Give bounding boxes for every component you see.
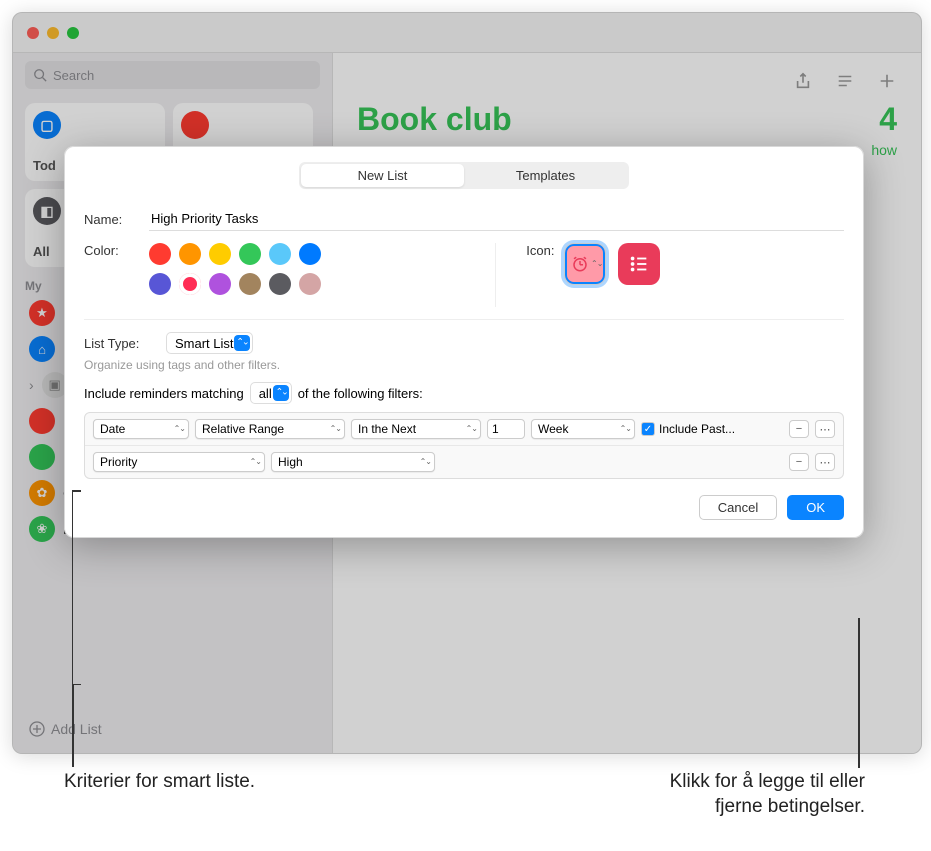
new-list-modal: New List Templates Name: Color:	[64, 146, 864, 538]
name-label: Name:	[84, 212, 139, 227]
field-select-priority[interactable]: Priority	[93, 452, 265, 472]
color-swatch-lightblue[interactable]	[269, 243, 291, 265]
condition-more-button[interactable]: ⋯	[815, 453, 835, 471]
callout-line	[72, 685, 74, 767]
ok-button[interactable]: OK	[787, 495, 844, 520]
mode-select[interactable]: Relative Range	[195, 419, 345, 439]
filter-row-priority: Priority High − ⋯	[85, 446, 843, 478]
icon-label: Icon:	[526, 243, 554, 258]
checkbox-icon: ✓	[641, 422, 655, 436]
modal-tabs: New List Templates	[299, 162, 629, 189]
list-type-select[interactable]: Smart List	[166, 332, 253, 354]
color-swatches	[149, 243, 349, 295]
color-swatch-orange[interactable]	[179, 243, 201, 265]
icon-option-clock[interactable]	[564, 243, 606, 285]
field-select-date[interactable]: Date	[93, 419, 189, 439]
color-swatch-brown[interactable]	[239, 273, 261, 295]
list-type-label: List Type:	[84, 336, 156, 351]
filter-table: Date Relative Range In the Next Week ✓ I…	[84, 412, 844, 479]
callout-bracket-left	[72, 490, 73, 685]
alarm-clock-icon	[571, 251, 589, 277]
filter-quantifier-select[interactable]: all	[250, 382, 292, 404]
relative-select[interactable]: In the Next	[351, 419, 481, 439]
filter-suffix: of the following filters:	[298, 386, 423, 401]
include-past-checkbox[interactable]: ✓ Include Past...	[641, 422, 735, 436]
color-swatch-rose[interactable]	[299, 273, 321, 295]
remove-condition-button[interactable]: −	[789, 420, 809, 438]
color-swatch-green[interactable]	[239, 243, 261, 265]
callout-line	[858, 618, 860, 768]
filter-row-date: Date Relative Range In the Next Week ✓ I…	[85, 413, 843, 446]
number-input[interactable]	[487, 419, 525, 439]
callout-left: Kriterier for smart liste.	[64, 770, 255, 795]
color-swatch-yellow[interactable]	[209, 243, 231, 265]
color-swatch-red[interactable]	[149, 243, 171, 265]
callout-right: Klikk for å legge til eller fjerne betin…	[450, 770, 865, 819]
name-input[interactable]	[149, 207, 844, 231]
color-swatch-pink[interactable]	[179, 273, 201, 295]
list-type-description: Organize using tags and other filters.	[84, 358, 844, 372]
color-swatch-violet[interactable]	[209, 273, 231, 295]
tab-new-list[interactable]: New List	[301, 164, 464, 187]
color-label: Color:	[84, 243, 139, 258]
condition-more-button[interactable]: ⋯	[815, 420, 835, 438]
bullet-list-icon	[628, 253, 650, 275]
remove-condition-button[interactable]: −	[789, 453, 809, 471]
icon-option-list[interactable]	[618, 243, 660, 285]
tab-templates[interactable]: Templates	[464, 164, 627, 187]
color-swatch-grey[interactable]	[269, 273, 291, 295]
unit-select[interactable]: Week	[531, 419, 635, 439]
color-swatch-blue[interactable]	[299, 243, 321, 265]
cancel-button[interactable]: Cancel	[699, 495, 777, 520]
priority-value-select[interactable]: High	[271, 452, 435, 472]
color-swatch-purple[interactable]	[149, 273, 171, 295]
filter-prefix: Include reminders matching	[84, 386, 244, 401]
